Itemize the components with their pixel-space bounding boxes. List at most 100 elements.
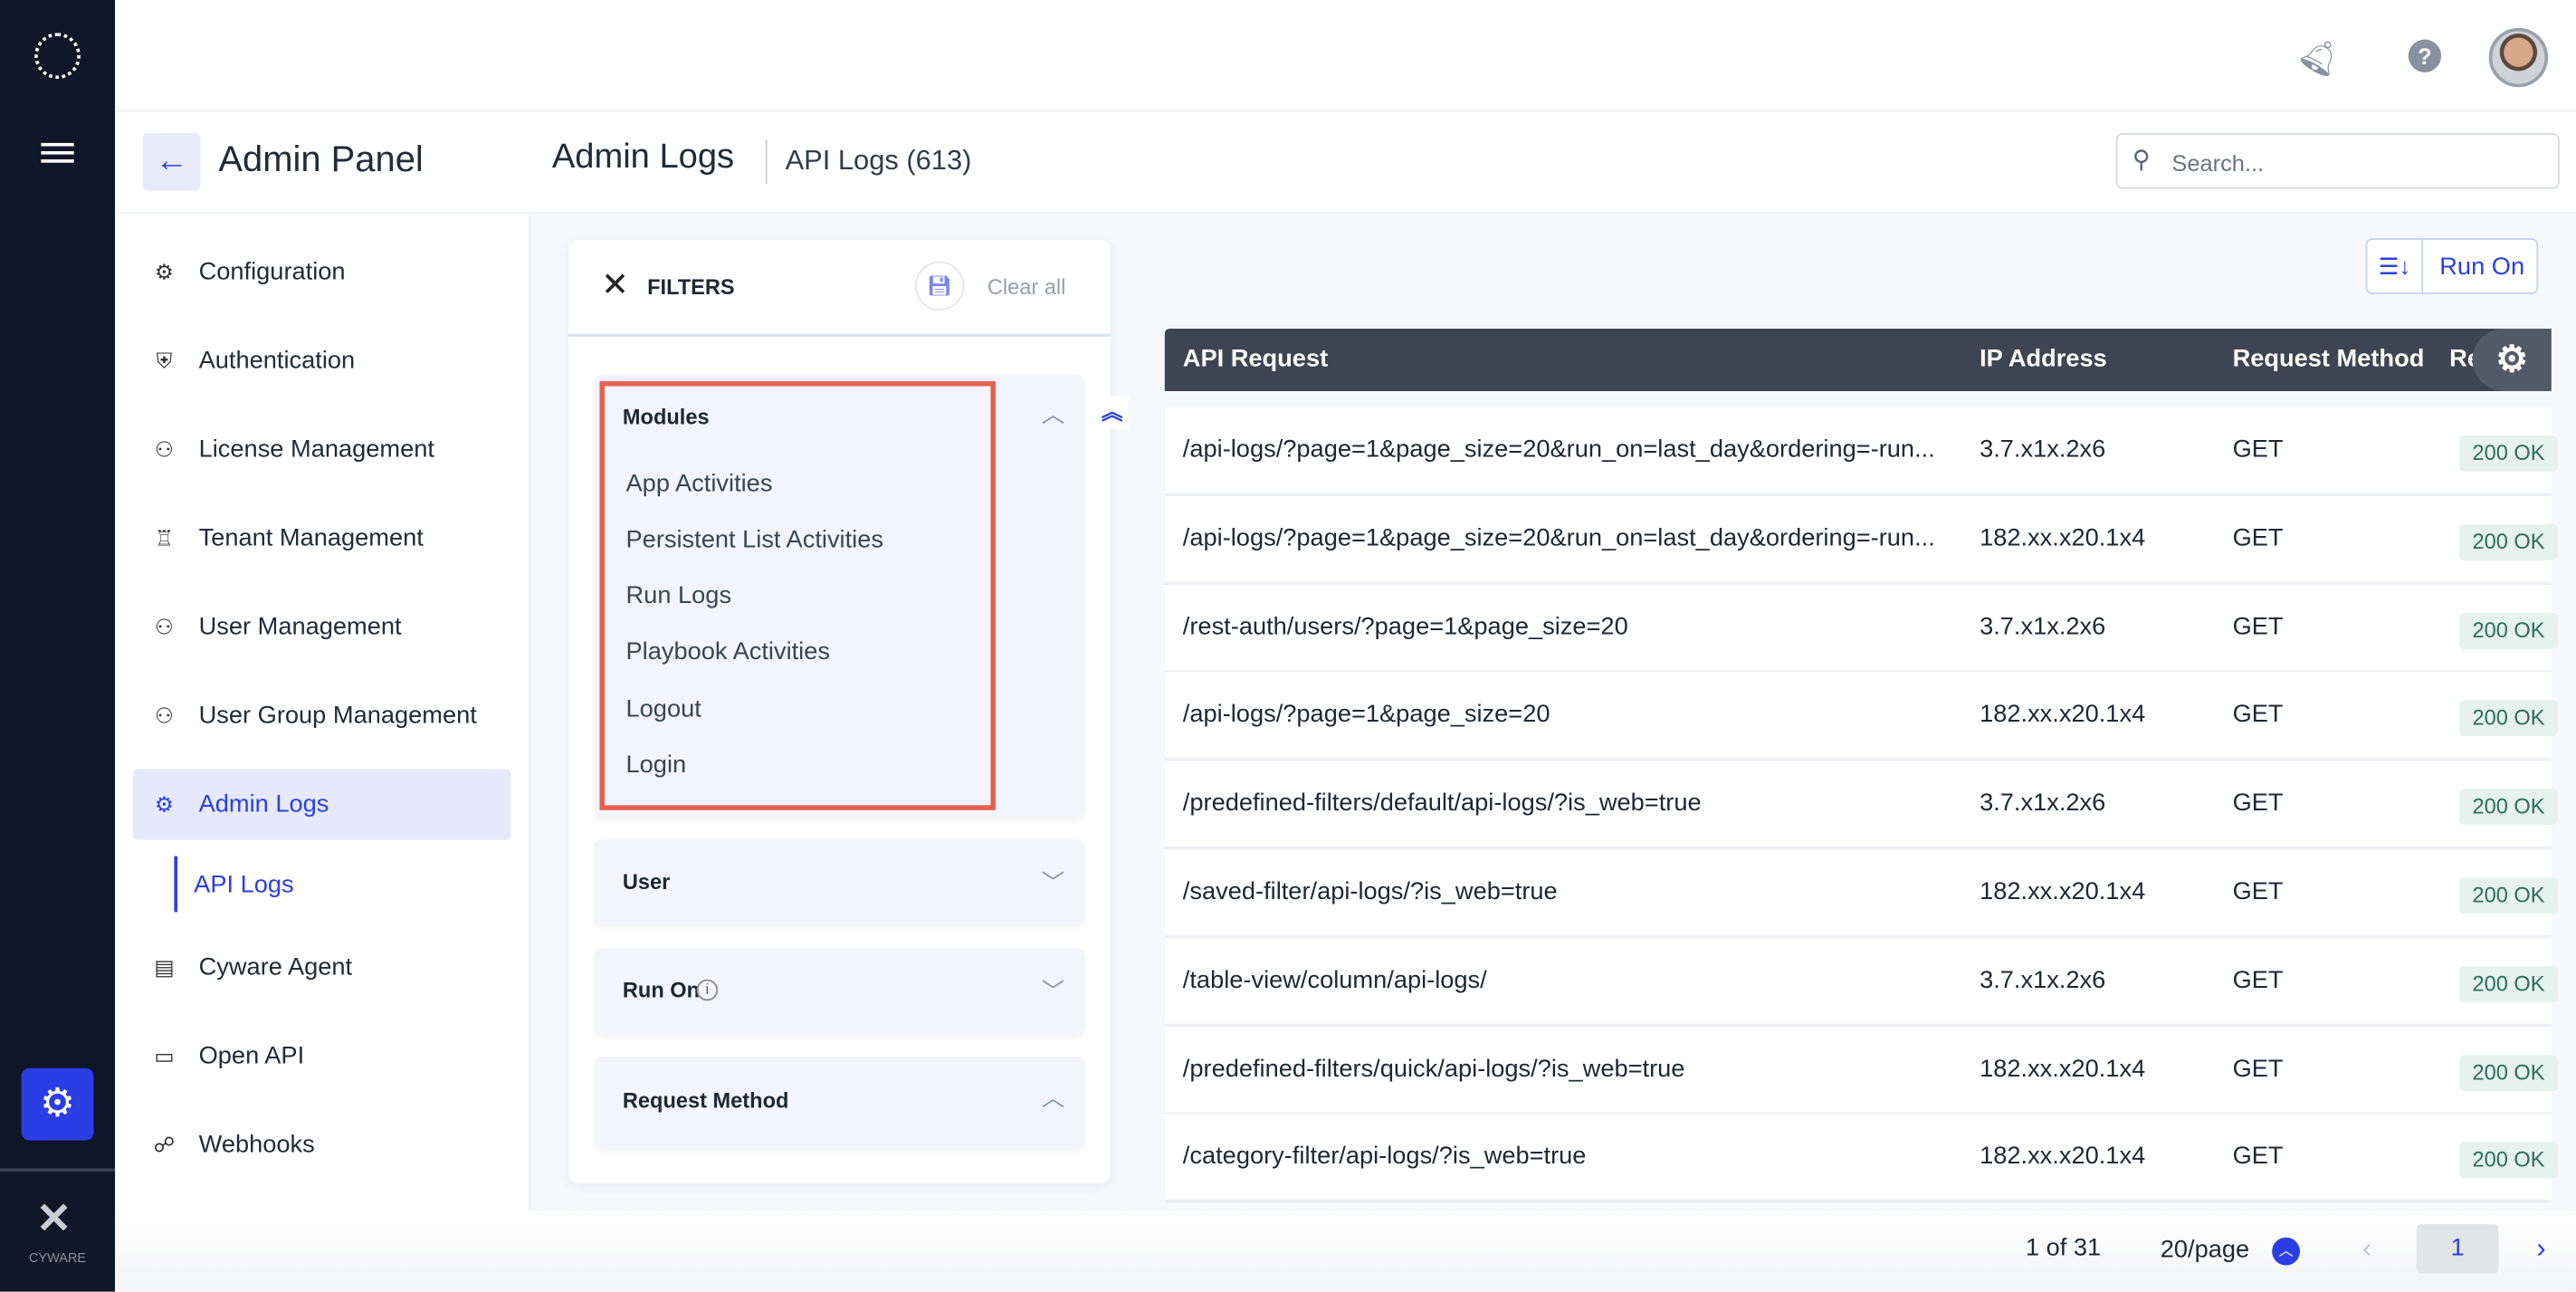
search-icon: ⚲ xyxy=(2132,146,2151,175)
request-method-cell: GET xyxy=(2232,1054,2284,1083)
save-filter-button[interactable]: 💾︎ xyxy=(914,261,965,311)
table-row[interactable]: /saved-filter/api-logs/?is_web=true 182.x… xyxy=(1164,849,2558,939)
column-header-api-request[interactable]: API Request xyxy=(1183,345,1328,373)
app-logo-icon[interactable] xyxy=(34,33,81,80)
column-header-ip-address[interactable]: IP Address xyxy=(1980,345,2107,373)
brand-label: CYWARE xyxy=(28,1250,87,1266)
page-header: ← Admin Panel Admin Logs API Logs (613) … xyxy=(115,111,2576,214)
section-title: Request Method xyxy=(622,1087,789,1113)
title-divider xyxy=(765,139,768,185)
table-row[interactable]: /api-logs/?page=1&page_size=20&run_on=la… xyxy=(1164,495,2558,585)
nav-item-configuration[interactable]: ⚙ Configuration xyxy=(133,236,510,307)
help-icon[interactable]: ? xyxy=(2408,39,2442,72)
column-header-request-method[interactable]: Request Method xyxy=(2233,345,2425,373)
prev-page-icon[interactable]: ‹ xyxy=(2362,1232,2371,1265)
table-row[interactable]: /category-filter/api-logs/?is_web=true 18… xyxy=(1164,1115,2558,1204)
sort-run-on-button[interactable]: ☰↓ Run On xyxy=(2365,238,2539,294)
hamburger-menu-icon[interactable] xyxy=(41,142,74,163)
request-method-section[interactable]: Request Method ︿ xyxy=(595,1057,1084,1149)
ip-address-cell: 3.7.x1x.2x6 xyxy=(1980,612,2106,641)
request-method-cell: GET xyxy=(2232,877,2284,906)
request-method-cell: GET xyxy=(2232,700,2284,729)
admin-settings-button[interactable]: ⚙ xyxy=(21,1067,94,1141)
nav-item-cyware-agent[interactable]: ▤ Cyware Agent xyxy=(133,932,510,1002)
sort-icon: ☰↓ xyxy=(2367,239,2424,293)
notification-bell-icon[interactable]: 🔔︎ xyxy=(2293,28,2350,84)
user-avatar[interactable] xyxy=(2488,27,2549,88)
status-badge: 200 OK xyxy=(2459,965,2558,1002)
api-request-cell: /api-logs/?page=1&page_size=20 xyxy=(1182,700,1550,729)
ip-address-cell: 182.xx.x20.1x4 xyxy=(1980,1054,2146,1083)
nav-item-tenant-management[interactable]: ♖ Tenant Management xyxy=(133,502,510,573)
run-on-section[interactable]: Run On i ﹀ xyxy=(595,948,1084,1034)
status-badge: 200 OK xyxy=(2459,435,2558,472)
info-icon[interactable]: i xyxy=(696,979,719,1001)
table-row[interactable]: /api-logs/?page=1&page_size=20&run_on=la… xyxy=(1164,407,2558,497)
collapse-all-icon[interactable]: ︽ xyxy=(1095,396,1129,429)
request-method-cell: GET xyxy=(2232,1143,2284,1171)
status-badge: 200 OK xyxy=(2459,1054,2558,1091)
nav-item-authentication[interactable]: ⛨ Authentication xyxy=(133,325,510,396)
ip-address-cell: 182.xx.x20.1x4 xyxy=(1980,1143,2146,1171)
ip-address-cell: 182.xx.x20.1x4 xyxy=(1980,877,2146,906)
agent-icon: ▤ xyxy=(154,953,175,979)
sub-nav-item-api-logs[interactable]: API Logs xyxy=(194,871,293,899)
close-filters-icon[interactable]: ✕ xyxy=(601,264,628,305)
api-request-cell: /predefined-filters/default/api-logs/?is… xyxy=(1182,789,1702,818)
table-row[interactable]: /predefined-filters/default/api-logs/?is… xyxy=(1164,761,2558,850)
request-method-cell: GET xyxy=(2232,965,2284,994)
api-request-cell: /saved-filter/api-logs/?is_web=true xyxy=(1182,877,1558,906)
page-size-chevron-icon[interactable]: ︿ xyxy=(2272,1237,2300,1266)
search-box[interactable]: ⚲ Search... xyxy=(2115,133,2560,189)
status-badge: 200 OK xyxy=(2459,877,2558,914)
chevron-up-icon[interactable]: ︿ xyxy=(1042,397,1064,430)
filters-title: FILTERS xyxy=(647,274,735,300)
nav-item-open-api[interactable]: ▭ Open API xyxy=(133,1020,510,1091)
nav-item-user-group-management[interactable]: ⚇ User Group Management xyxy=(133,680,510,751)
ip-address-cell: 182.xx.x20.1x4 xyxy=(1980,700,2146,729)
api-request-cell: /api-logs/?page=1&page_size=20&run_on=la… xyxy=(1182,435,1935,464)
api-request-cell: /api-logs/?page=1&page_size=20&run_on=la… xyxy=(1182,523,1935,552)
search-input[interactable]: Search... xyxy=(2171,149,2264,176)
request-method-cell: GET xyxy=(2232,789,2284,818)
table-row[interactable]: /api-logs/?page=1&page_size=20 182.xx.x20… xyxy=(1164,673,2558,762)
table-settings-gear-icon[interactable]: ⚙ xyxy=(2472,329,2552,391)
request-method-cell: GET xyxy=(2232,523,2284,552)
chevron-down-icon[interactable]: ﹀ xyxy=(1042,974,1064,1007)
chevron-up-icon[interactable]: ︿ xyxy=(1042,1081,1064,1114)
api-request-cell: /category-filter/api-logs/?is_web=true xyxy=(1182,1143,1587,1171)
ip-address-cell: 3.7.x1x.2x6 xyxy=(1980,435,2106,464)
nav-item-webhooks[interactable]: ☍ Webhooks xyxy=(133,1109,510,1180)
header-divider xyxy=(568,333,1111,338)
nav-item-user-management[interactable]: ⚇ User Management xyxy=(133,591,510,662)
sort-label: Run On xyxy=(2439,253,2525,282)
api-request-cell: /table-view/column/api-logs/ xyxy=(1182,965,1487,994)
highlight-box xyxy=(599,381,996,810)
clear-all-button[interactable]: Clear all xyxy=(987,274,1066,299)
user-gear-icon: ⚇ xyxy=(154,613,175,639)
page-size-select[interactable]: 20/page xyxy=(2161,1236,2249,1264)
chevron-down-icon[interactable]: ﹀ xyxy=(1042,866,1064,899)
users-gear-icon: ⚇ xyxy=(154,435,175,462)
user-section[interactable]: User ﹀ xyxy=(595,839,1084,925)
table-row[interactable]: /table-view/column/api-logs/3.7.x1x.2x6 G… xyxy=(1164,937,2558,1028)
gear-network-icon: ⚙ xyxy=(154,258,175,284)
webhook-icon: ☍ xyxy=(153,1131,176,1156)
status-badge: 200 OK xyxy=(2459,612,2558,649)
gear-icon: ⚙ xyxy=(154,790,175,817)
section-title: Run On xyxy=(622,977,701,1003)
table-row[interactable]: /predefined-filters/quick/api-logs/?is_w… xyxy=(1164,1026,2558,1115)
next-page-icon[interactable]: › xyxy=(2536,1232,2545,1265)
current-page[interactable]: 1 xyxy=(2416,1224,2499,1274)
status-badge: 200 OK xyxy=(2459,700,2558,737)
shield-lock-icon: ⛨ xyxy=(156,347,173,373)
back-button[interactable]: ← xyxy=(142,133,201,191)
table-row[interactable]: /rest-auth/users/?page=1&page_size=20 3.7… xyxy=(1164,584,2558,674)
nav-item-admin-logs[interactable]: ⚙ Admin Logs xyxy=(133,769,511,840)
api-request-cell: /rest-auth/users/?page=1&page_size=20 xyxy=(1182,612,1628,641)
panel-title: Admin Panel xyxy=(218,138,424,179)
page-subtitle: API Logs (613) xyxy=(785,144,972,177)
api-request-cell: /predefined-filters/quick/api-logs/?is_w… xyxy=(1182,1054,1685,1083)
app-rail: ⚙ ✕ CYWARE xyxy=(0,0,116,1292)
nav-item-license-management[interactable]: ⚇ License Management xyxy=(133,414,510,484)
